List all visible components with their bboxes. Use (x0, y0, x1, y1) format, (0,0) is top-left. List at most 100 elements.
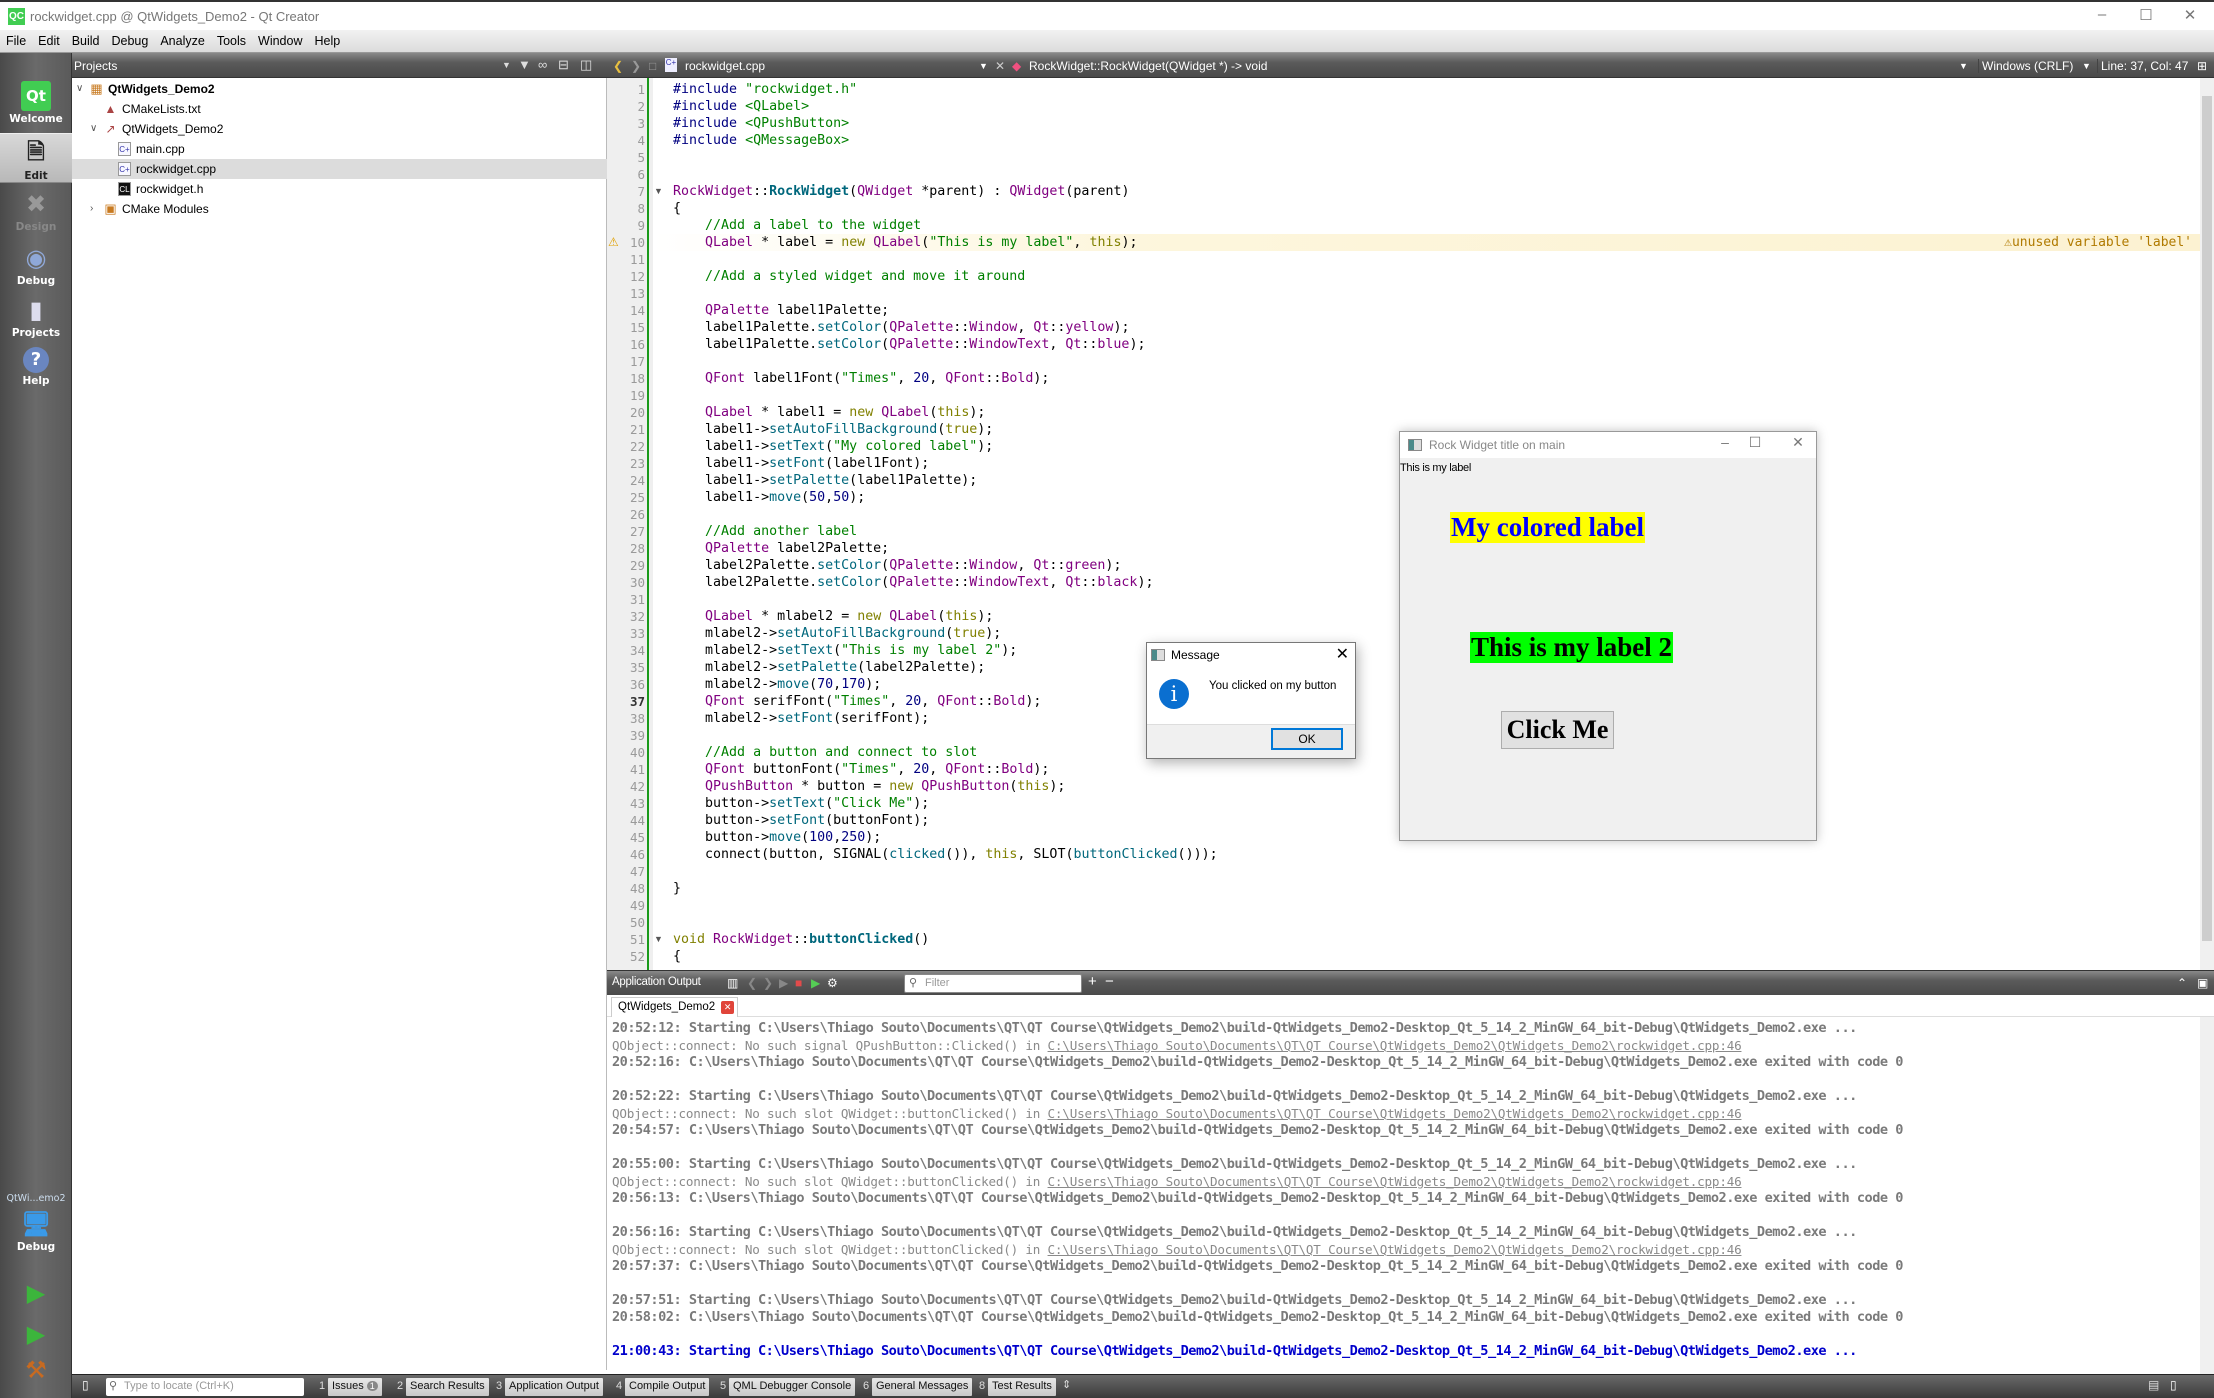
output-pane-button-issues[interactable]: 1 Issues 1 (316, 1378, 382, 1396)
mode-edit[interactable]: 🗎 Edit (0, 133, 72, 183)
editor-scrollbar[interactable] (2200, 78, 2214, 970)
close-pane-icon[interactable]: ▣ (2197, 976, 2208, 990)
code-token: QLabel (705, 235, 754, 250)
output-pane-button-application-output[interactable]: 3 Application Output (493, 1378, 603, 1396)
rock-close-button[interactable]: ✕ (1783, 434, 1813, 456)
filter-icon[interactable]: ▼ (518, 57, 531, 72)
debug-run-button[interactable]: ▶ (0, 1319, 72, 1351)
build-button[interactable]: ⚒ (0, 1355, 72, 1387)
rock-window-title: Rock Widget title on main (1429, 438, 1566, 452)
dialog-close-button[interactable]: ✕ (1336, 644, 1349, 664)
progress-details-icon[interactable]: ▤ (2148, 1378, 2159, 1392)
next-icon[interactable]: ❯ (763, 976, 773, 990)
link-editor-icon[interactable]: ∞ (538, 57, 547, 72)
menu-help[interactable]: Help (308, 30, 346, 48)
symbol-selector[interactable]: RockWidget::RockWidget(QWidget *) -> voi… (1029, 59, 1267, 73)
close-tab-icon[interactable]: ✕ (721, 1001, 735, 1014)
output-pane-button-test-results[interactable]: 8 Test Results (976, 1378, 1056, 1396)
code-token: . (809, 575, 818, 590)
stop-icon[interactable]: ■ (795, 976, 802, 990)
maximize-pane-icon[interactable]: ⌃ (2177, 976, 2187, 990)
tree-item[interactable]: C+ rockwidget.cpp (72, 159, 607, 179)
code-token: ; (921, 813, 930, 828)
tree-item[interactable]: › ▣ CMake Modules (72, 199, 607, 219)
scrollbar-thumb[interactable] (2202, 96, 2212, 941)
rerun-icon[interactable]: ▶ (779, 976, 788, 990)
menu-tools[interactable]: Tools (211, 30, 252, 48)
split-editor-icon[interactable]: ⊞ (2197, 59, 2207, 73)
view-dropdown-icon[interactable]: ▼ (502, 60, 511, 70)
forward-icon[interactable]: ❯ (631, 59, 641, 73)
menu-file[interactable]: File (0, 30, 32, 48)
fold-marker-icon[interactable]: ▼ (654, 931, 663, 948)
open-document-selector[interactable]: rockwidget.cpp (685, 59, 765, 73)
click-me-button[interactable]: Click Me (1501, 711, 1614, 749)
maximize-button[interactable]: ☐ (2126, 6, 2166, 28)
menu-debug[interactable]: Debug (106, 30, 155, 48)
output-tab[interactable]: QtWidgets_Demo2 ✕ (611, 997, 739, 1017)
line-ending-selector[interactable]: Windows (CRLF) (1978, 59, 2073, 73)
mode-help[interactable]: ? Help (0, 347, 72, 395)
tree-item[interactable]: ∨ ▦ QtWidgets_Demo2 (72, 79, 607, 99)
output-pane-button-qml-debugger-console[interactable]: 5 QML Debugger Console (717, 1378, 856, 1396)
chevron-right-icon[interactable]: › (90, 199, 93, 219)
close-document-icon[interactable]: ✕ (995, 59, 1005, 73)
close-sidebar-icon[interactable]: ◫ (580, 57, 592, 73)
tree-item[interactable]: ∨ ↗ QtWidgets_Demo2 (72, 119, 607, 139)
output-pane-button-compile-output[interactable]: 4 Compile Output (613, 1378, 710, 1396)
rock-minimize-button[interactable]: – (1710, 434, 1740, 456)
minimize-button[interactable]: – (2082, 6, 2122, 28)
toggle-right-sidebar-icon[interactable]: ▯ (2170, 1378, 2177, 1392)
document-dropdown-icon[interactable]: ▼ (979, 61, 988, 71)
split-icon[interactable]: ⊟ (558, 57, 569, 73)
output-pane-button-search-results[interactable]: 2 Search Results (394, 1378, 489, 1396)
back-icon[interactable]: ❮ (613, 59, 623, 73)
output-scrollbar[interactable] (2200, 1017, 2214, 1374)
zoom-out-icon[interactable]: − (1105, 973, 1114, 990)
chevron-down-icon[interactable]: ∨ (76, 79, 83, 99)
previous-icon[interactable]: ❮ (747, 976, 757, 990)
tree-item[interactable]: CL rockwidget.h (72, 179, 607, 199)
cursor-position[interactable]: Line: 37, Col: 47 (2097, 59, 2188, 73)
kit-selector[interactable]: 🖥 Debug (0, 1209, 72, 1261)
zoom-in-icon[interactable]: + (1088, 973, 1097, 990)
run-button[interactable]: ▶ (0, 1278, 72, 1310)
menu-analyze[interactable]: Analyze (154, 30, 210, 48)
search-icon: ⚲ (109, 1380, 118, 1392)
file-link[interactable]: C:\Users\Thiago Souto\Documents\QT\QT Co… (1048, 1242, 1742, 1257)
tree-item[interactable]: C+ main.cpp (72, 139, 607, 159)
mode-debug[interactable]: ◉ Debug (0, 243, 72, 291)
fold-marker-icon[interactable]: ▼ (654, 183, 663, 200)
mode-projects[interactable]: ▮ Projects (0, 295, 72, 345)
chevron-down-icon[interactable]: ∨ (90, 119, 97, 139)
rock-maximize-button[interactable]: ☐ (1740, 434, 1770, 456)
file-link[interactable]: C:\Users\Thiago Souto\Documents\QT\QT Co… (1048, 1106, 1742, 1121)
locator-input[interactable]: ⚲ Type to locate (Ctrl+K) (106, 1378, 304, 1396)
toggle-sidebar-icon[interactable]: ▯ (82, 1378, 89, 1392)
settings-gear-icon[interactable]: ⚙ (827, 976, 838, 990)
close-button[interactable]: ✕ (2170, 6, 2210, 28)
clear-icon[interactable]: ▥ (727, 976, 738, 990)
mode-design[interactable]: ✖ Design (0, 189, 72, 237)
line-ending-dropdown-icon[interactable]: ▼ (2082, 61, 2091, 71)
mode-welcome[interactable]: Qt Welcome (0, 81, 72, 131)
application-output[interactable]: 20:52:12: Starting C:\Users\Thiago Souto… (607, 1017, 2214, 1374)
file-link[interactable]: C:\Users\Thiago Souto\Documents\QT\QT Co… (1048, 1038, 1742, 1053)
output-filter-input[interactable]: ⚲ Filter (904, 974, 1082, 993)
file-link[interactable]: C:\Users\Thiago Souto\Documents\QT\QT Co… (1048, 1174, 1742, 1189)
code-token: * (761, 235, 770, 250)
tree-item[interactable]: ▲ CMakeLists.txt (72, 99, 607, 119)
ok-button[interactable]: OK (1271, 728, 1343, 750)
code-line: mlabel2->move(70,170); (673, 676, 881, 693)
projects-view-selector[interactable]: Projects (74, 59, 117, 73)
output-pane-scroll-button[interactable]: ⇕ (1062, 1378, 1071, 1396)
output-pane-button-general-messages[interactable]: 6 General Messages (860, 1378, 973, 1396)
menu-build[interactable]: Build (66, 30, 106, 48)
menu-window[interactable]: Window (252, 30, 308, 48)
code-line: label1->setText("My colored label"); (673, 438, 993, 455)
encoding-dropdown-icon[interactable]: ▼ (1959, 61, 1968, 71)
menu-edit[interactable]: Edit (32, 30, 66, 48)
attach-debugger-icon[interactable]: ▶ (811, 976, 820, 990)
